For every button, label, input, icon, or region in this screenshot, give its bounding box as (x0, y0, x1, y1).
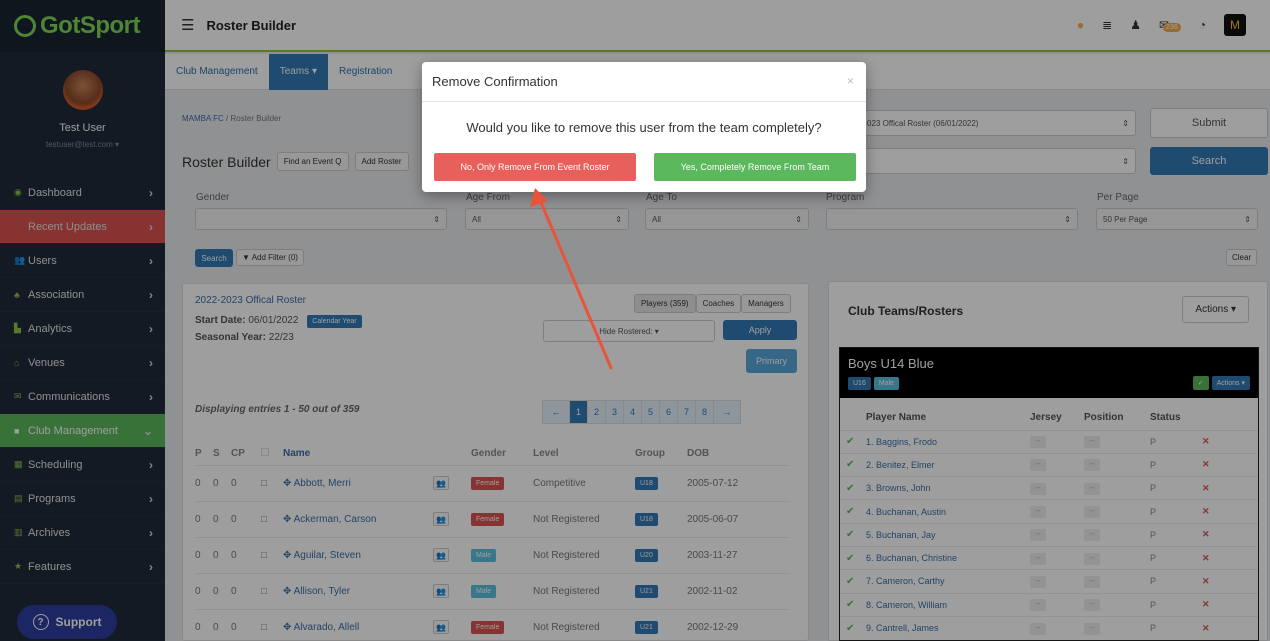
close-icon[interactable]: × (847, 74, 854, 88)
remove-confirmation-modal: Remove Confirmation × Would you like to … (422, 62, 866, 192)
remove-from-event-roster-button[interactable]: No, Only Remove From Event Roster (434, 153, 636, 181)
modal-header: Remove Confirmation × (422, 62, 866, 102)
modal-buttons: No, Only Remove From Event Roster Yes, C… (434, 153, 856, 181)
remove-from-team-button[interactable]: Yes, Completely Remove From Team (654, 153, 856, 181)
modal-question: Would you like to remove this user from … (466, 120, 822, 135)
modal-title: Remove Confirmation (432, 74, 558, 89)
